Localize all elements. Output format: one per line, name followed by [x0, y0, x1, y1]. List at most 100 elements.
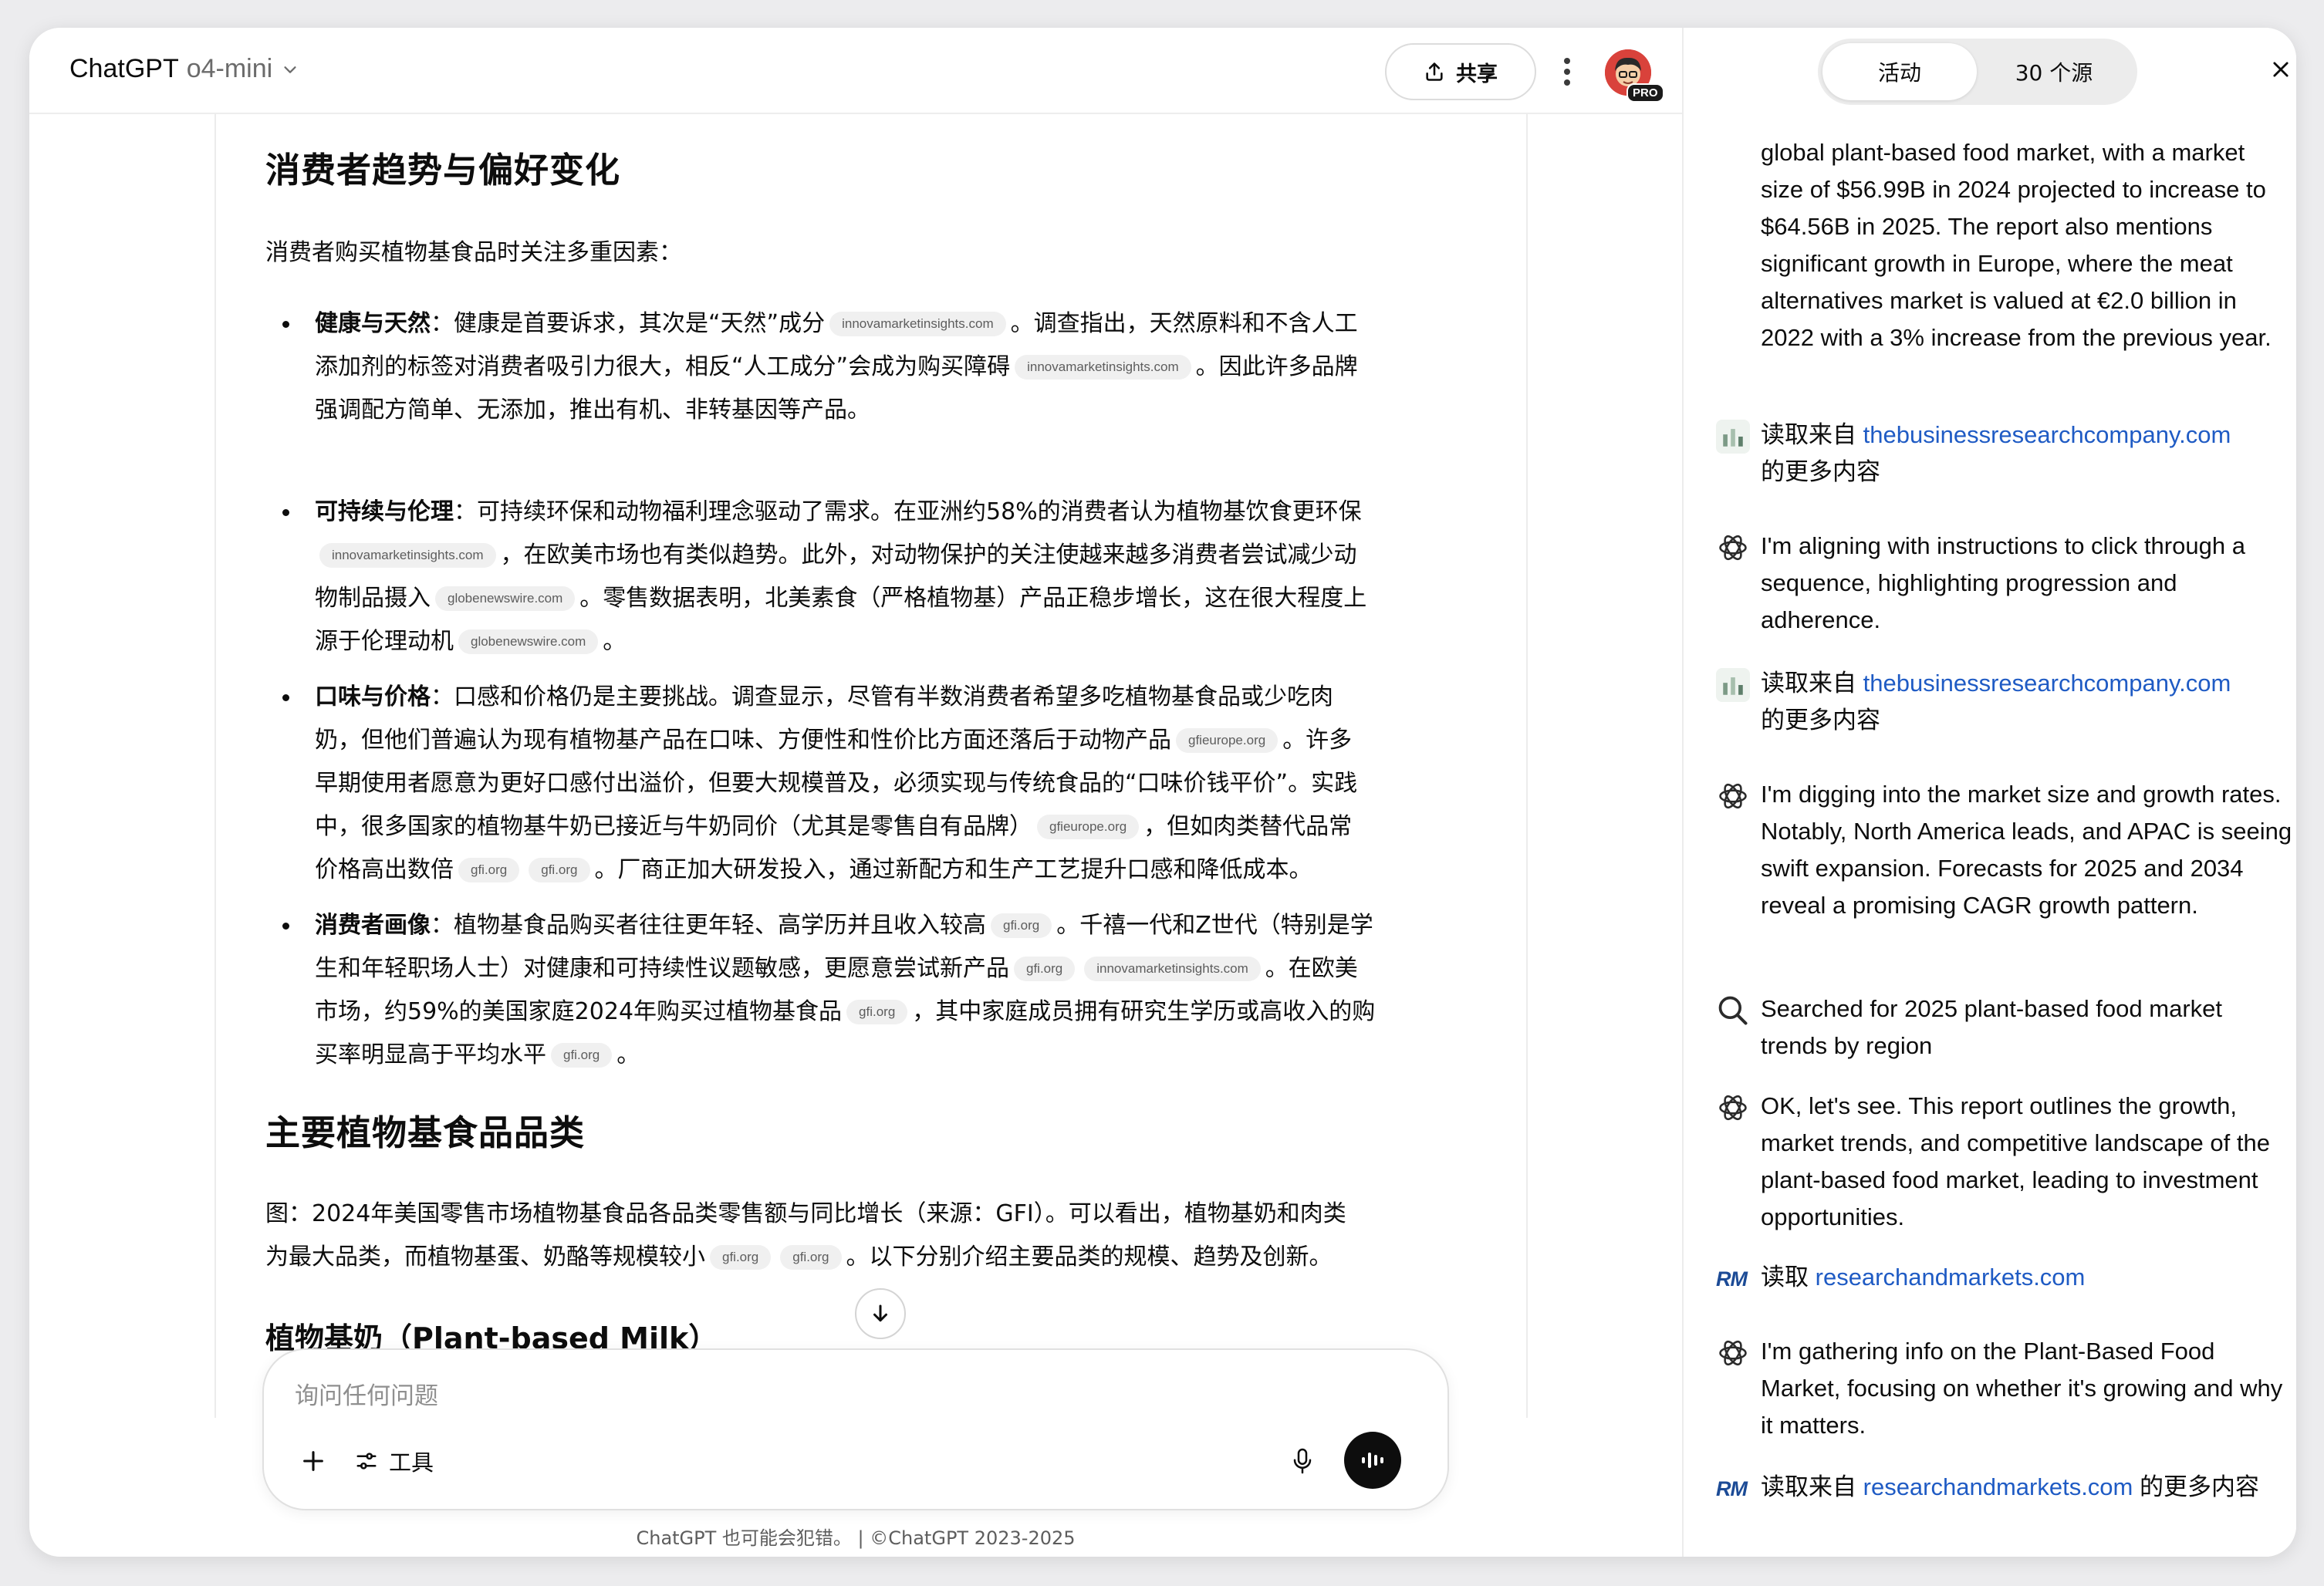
source-link[interactable]: researchandmarkets.com — [1816, 1264, 2086, 1291]
app-window: ChatGPT o4-mini 共享 PRO 消费者趋势与偏好变化 消费者购买植… — [29, 28, 2296, 1557]
rm-favicon-icon: RM — [1716, 1476, 1748, 1500]
activity-panel: 活动 30 个源 global plant-based food market,… — [1682, 28, 2296, 1557]
citation-chip[interactable]: innovamarketinsights.com — [829, 312, 1006, 336]
avatar[interactable]: PRO — [1605, 49, 1664, 103]
close-panel-button[interactable] — [2264, 52, 2296, 86]
paragraph-text: 图：2024年美国零售市场植物基食品各品类零售额与同比增长（来源：GFI）。可以… — [265, 1200, 1346, 1227]
voice-mode-button[interactable] — [1344, 1432, 1401, 1489]
bullet-text: 添加剂的标签对消费者吸引力很大，相反“人工成分”会成为购买障碍 — [315, 353, 1011, 380]
bullet-text: 价格高出数倍 — [315, 856, 454, 883]
bullet-text: 中，很多国家的植物基牛奶已接近与牛奶同价（尤其是零售自有品牌） — [315, 813, 1032, 840]
activity-feed: global plant-based food market, with a m… — [1684, 114, 2296, 1557]
bullet-title: 可持续与伦理 — [315, 498, 454, 525]
conversation-area: 消费者趋势与偏好变化 消费者购买植物基食品时关注多重因素： 健康与天然：健康是首… — [214, 114, 1528, 1418]
activity-read-item: 读取来自 thebusinessresearchcompany.com 的更多内… — [1761, 665, 2293, 739]
citation-chip[interactable]: gfi.org — [780, 1245, 842, 1270]
message-composer[interactable]: 询问任何问题 工具 — [262, 1348, 1449, 1510]
top-bar: ChatGPT o4-mini 共享 PRO — [29, 28, 1682, 114]
source-link[interactable]: thebusinessresearchcompany.com — [1863, 670, 2231, 697]
tab-activity[interactable]: 活动 — [1822, 43, 1977, 100]
bullet-text: 。千禧一代和Z世代（特别是学 — [1056, 912, 1373, 939]
rm-favicon-icon: RM — [1716, 1267, 1748, 1291]
main-area: ChatGPT o4-mini 共享 PRO 消费者趋势与偏好变化 消费者购买植… — [29, 28, 1682, 1557]
tools-button[interactable]: 工具 — [355, 1443, 434, 1480]
openai-icon — [1719, 1095, 1747, 1121]
pro-badge: PRO — [1626, 83, 1664, 103]
arrow-down-icon — [873, 1304, 887, 1322]
app-name: ChatGPT — [69, 54, 179, 83]
activity-read-item: 读取来自 thebusinessresearchcompany.com 的更多内… — [1761, 417, 2293, 491]
tools-label: 工具 — [389, 1449, 434, 1476]
sliders-icon — [356, 1453, 377, 1470]
bullet-text: 。厂商正加大研发投入，通过新配方和生产工艺提升口感和降低成本。 — [594, 856, 1312, 883]
disclaimer: ChatGPT 也可能会犯错。 | ©ChatGPT 2023-2025 — [636, 1527, 1076, 1549]
activity-text: Searched for 2025 plant-based food marke… — [1761, 995, 2222, 1059]
bullet-text: 物制品摄入 — [315, 585, 431, 612]
activity-text: I'm digging into the market size and gro… — [1761, 781, 2292, 919]
site-favicon-icon — [1716, 420, 1750, 454]
source-link[interactable]: researchandmarkets.com — [1863, 1473, 2133, 1500]
list-item: 消费者画像：植物基食品购买者往往更年轻、高学历并且收入较高 gfi.org 。千禧一… — [265, 904, 1469, 1077]
paragraph-text: 为最大品类，而植物基蛋、奶酪等规模较小 — [265, 1243, 705, 1270]
citation-chip[interactable]: globenewswire.com — [458, 629, 599, 654]
citation-chip[interactable]: gfieurope.org — [1176, 728, 1279, 753]
bullet-title: 口味与价格 — [315, 683, 431, 710]
attach-button[interactable] — [295, 1443, 332, 1480]
chevron-down-icon — [284, 66, 296, 73]
activity-suffix: 的更多内容 — [1761, 707, 1880, 734]
citation-chip[interactable]: innovamarketinsights.com — [319, 543, 496, 568]
citation-chip[interactable]: innovamarketinsights.com — [1015, 355, 1191, 380]
activity-prefix: 读取来自 — [1761, 670, 1863, 697]
site-favicon-icon — [1716, 668, 1750, 702]
activity-text: I'm gathering info on the Plant-Based Fo… — [1761, 1338, 2283, 1439]
citation-chip[interactable]: gfi.org — [710, 1245, 772, 1270]
bullet-text: 。许多 — [1282, 727, 1353, 754]
voice-waveform-icon — [1362, 1453, 1383, 1468]
citation-chip[interactable]: gfi.org — [551, 1043, 613, 1068]
activity-prefix: 读取来自 — [1761, 1473, 1863, 1500]
activity-prefix: 读取 — [1761, 1264, 1816, 1291]
citation-chip[interactable]: gfi.org — [458, 858, 520, 882]
list-item: 健康与天然：健康是首要诉求，其次是“天然”成分 innovamarketinsig… — [265, 302, 1469, 432]
bullet-text: 市场，约59%的美国家庭2024年购买过植物基食品 — [315, 998, 843, 1025]
list-item: 口味与价格：口感和价格仍是主要挑战。调查显示，尽管有半数消费者希望多吃植物基食品… — [265, 676, 1469, 892]
citation-chip[interactable]: innovamarketinsights.com — [1084, 957, 1261, 981]
section-heading: 主要植物基食品品类 — [265, 1112, 586, 1153]
citation-chip[interactable]: globenewswire.com — [435, 586, 576, 611]
bullet-text: 。因此许多品牌 — [1195, 353, 1358, 380]
section-paragraph: 图：2024年美国零售市场植物基食品各品类零售额与同比增长（来源：GFI）。可以… — [265, 1193, 1454, 1279]
composer-input[interactable]: 询问任何问题 — [295, 1376, 438, 1411]
bullet-text: 。在欧美 — [1265, 955, 1358, 982]
bullet-text: 。 — [603, 628, 627, 655]
bullet-text: 奶，但他们普遍认为现有植物基产品在口味、方便性和性价比方面还落后于动物产品 — [315, 727, 1171, 754]
model-name: o4-mini — [186, 54, 273, 83]
citation-chip[interactable]: gfi.org — [991, 913, 1052, 938]
share-button[interactable]: 共享 — [1385, 43, 1536, 100]
panel-tabs: 活动 30 个源 — [1818, 39, 2137, 105]
citation-chip[interactable]: gfieurope.org — [1037, 815, 1140, 839]
citation-chip[interactable]: gfi.org — [846, 1000, 908, 1024]
bullet-text: ：口感和价格仍是主要挑战。调查显示，尽管有半数消费者希望多吃植物基食品或少吃肉 — [431, 683, 1333, 710]
list-item: 可持续与伦理：可持续环保和动物福利理念驱动了需求。在亚洲约58%的消费者认为植物… — [265, 491, 1469, 663]
plus-icon — [303, 1451, 323, 1471]
citation-chip[interactable]: gfi.org — [529, 858, 590, 882]
bullet-title: 消费者画像 — [315, 912, 431, 939]
bullet-text: 。 — [616, 1041, 640, 1068]
scroll-down-button[interactable] — [855, 1288, 906, 1339]
openai-icon — [1719, 783, 1747, 809]
bullet-text: ：可持续环保和动物福利理念驱动了需求。在亚洲约58%的消费者认为植物基饮食更环保 — [454, 498, 1362, 525]
section-intro: 消费者购买植物基食品时关注多重因素： — [265, 239, 682, 266]
activity-text: OK, let's see. This report outlines the … — [1761, 1092, 2270, 1230]
bullet-title: 健康与天然 — [315, 310, 431, 337]
more-options-button[interactable] — [1548, 52, 1586, 91]
microphone-button[interactable] — [1284, 1443, 1321, 1480]
microphone-icon — [1293, 1448, 1312, 1474]
bullet-text: 买率明显高于平均水平 — [315, 1041, 546, 1068]
activity-text: global plant-based food market, with a m… — [1761, 139, 2272, 351]
tab-sources[interactable]: 30 个源 — [1977, 43, 2131, 100]
bullet-text: ，其中家庭成员拥有研究生学历或高收入的购 — [912, 998, 1376, 1025]
model-selector[interactable]: ChatGPT o4-mini — [69, 54, 299, 84]
citation-chip[interactable]: gfi.org — [1014, 957, 1076, 981]
search-icon — [1718, 996, 1748, 1025]
source-link[interactable]: thebusinessresearchcompany.com — [1863, 421, 2231, 448]
